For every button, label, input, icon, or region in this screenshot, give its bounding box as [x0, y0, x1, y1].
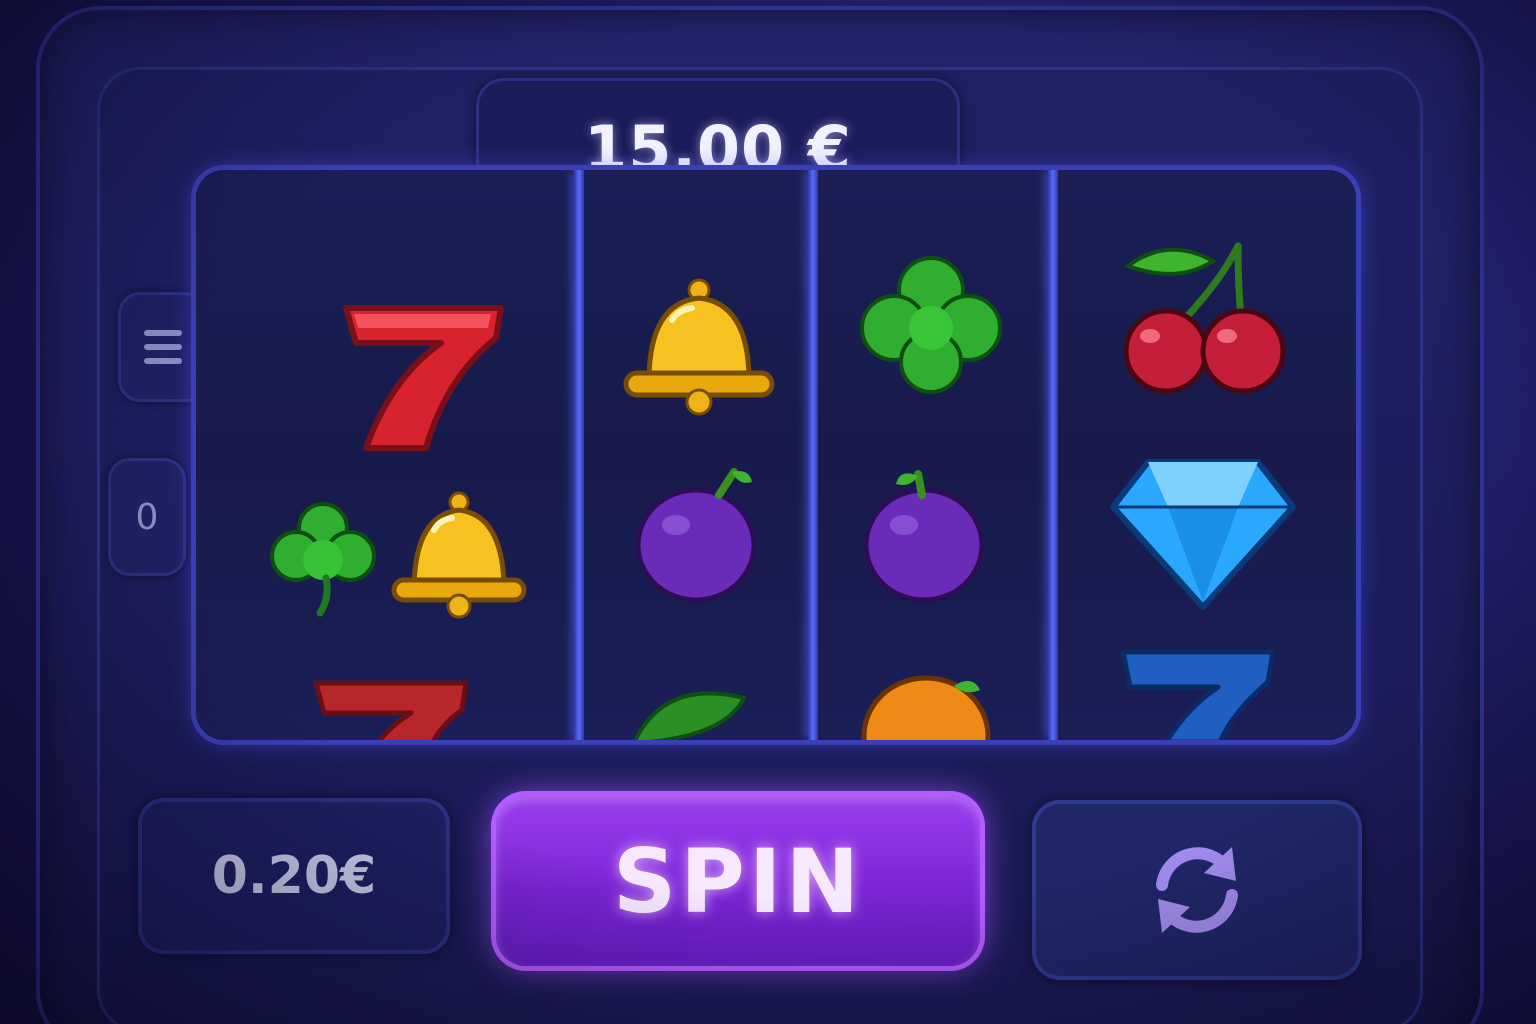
- menu-icon: [144, 330, 182, 364]
- bet-amount: 0.20€: [211, 846, 377, 906]
- clover-symbol: [270, 502, 376, 617]
- plum-symbol: [863, 470, 985, 603]
- reel-3: [818, 170, 1048, 740]
- bell-symbol: [623, 278, 775, 416]
- plum-symbol: [635, 468, 757, 603]
- spin-button[interactable]: SPIN: [496, 796, 980, 966]
- diamond-symbol: [1110, 459, 1296, 610]
- bet-amount-display[interactable]: 0.20€: [138, 798, 450, 954]
- reel-divider: [574, 170, 584, 740]
- cherries-symbol: [1123, 242, 1286, 394]
- side-counter-button[interactable]: 0: [108, 458, 186, 576]
- bell-symbol: [391, 491, 527, 619]
- leaf-symbol-partial: [633, 691, 747, 740]
- orange-symbol-partial: [861, 675, 991, 740]
- slot-game-screen: 15.00 € 0 0.20€ SPIN: [0, 0, 1536, 1024]
- reel-divider: [808, 170, 818, 740]
- seven-blue-symbol-partial: [1120, 649, 1276, 740]
- refresh-icon: [1156, 847, 1238, 933]
- reel-divider: [1048, 170, 1058, 740]
- reel-4: [1058, 170, 1356, 740]
- seven-symbol-partial: [313, 680, 469, 740]
- seven-symbol: [343, 305, 504, 451]
- clover-symbol: [860, 256, 1002, 394]
- reel-2: [584, 170, 808, 740]
- spin-button-label: SPIN: [612, 829, 864, 933]
- reel-window: [196, 170, 1356, 740]
- menu-button[interactable]: [118, 292, 208, 402]
- reel-1: [196, 170, 574, 740]
- side-counter-label: 0: [135, 496, 159, 538]
- autoplay-refresh-button[interactable]: [1032, 800, 1362, 980]
